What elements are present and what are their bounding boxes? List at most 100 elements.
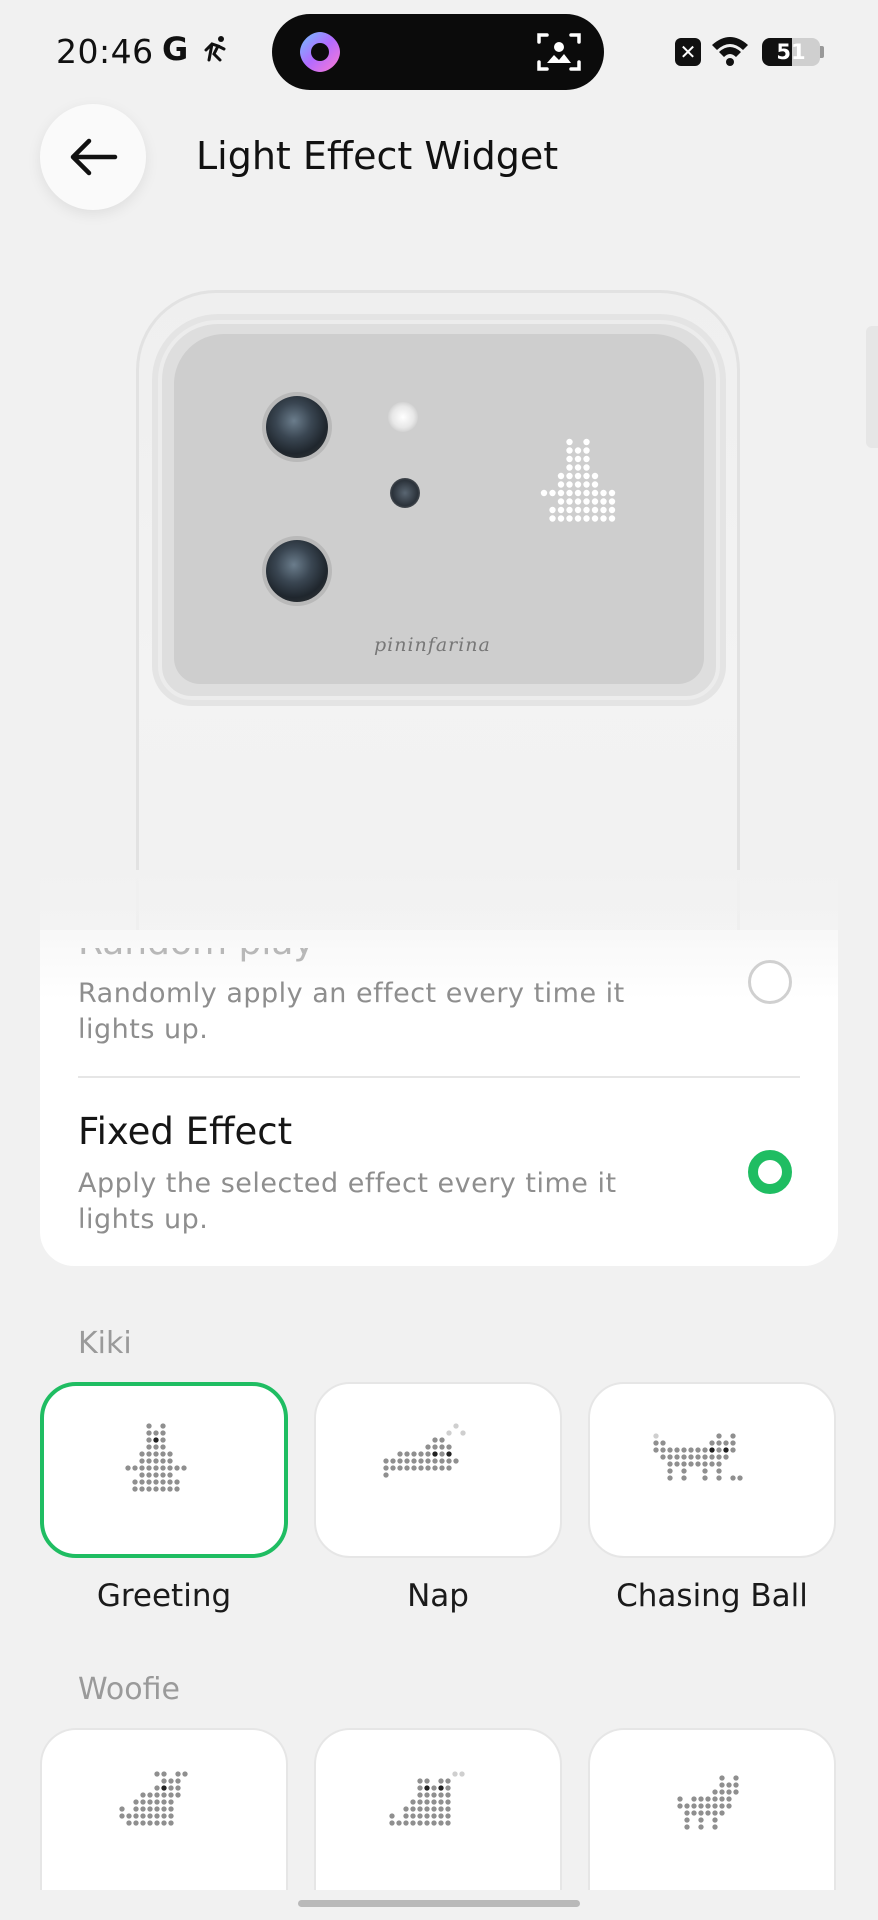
back-button[interactable] (40, 104, 146, 210)
assistant-app-icon[interactable] (296, 28, 344, 76)
pixel-dot (446, 1451, 452, 1457)
pixel-dot (712, 1789, 718, 1795)
led-dot (591, 515, 599, 522)
pixel-dot (154, 1813, 160, 1819)
pixel-dot (667, 1447, 673, 1453)
pixel-dot (709, 1454, 715, 1460)
pixel-dot (126, 1820, 132, 1826)
pixel-dot (411, 1451, 417, 1457)
pixel-dot (684, 1810, 690, 1816)
pixel-dot (716, 1454, 722, 1460)
pixel-dot (153, 1486, 159, 1492)
wifi-icon (712, 37, 748, 66)
pixel-dot (431, 1820, 437, 1826)
pixel-dot (660, 1440, 666, 1446)
pixel-dot (411, 1465, 417, 1471)
led-dot (583, 515, 590, 522)
fixed-effect-radio[interactable] (748, 1150, 792, 1194)
pixel-dot (460, 1430, 466, 1436)
pixel-dot (410, 1813, 416, 1819)
pixel-dot (167, 1479, 173, 1485)
pixel-dot (431, 1785, 437, 1791)
screenshot-scan-icon[interactable] (536, 30, 582, 74)
pixel-dot (154, 1785, 160, 1791)
pixel-dot (688, 1447, 694, 1453)
pixel-dot (383, 1458, 389, 1464)
pixel-dot (716, 1468, 722, 1474)
led-dot (574, 464, 582, 471)
pixel-dot (445, 1806, 451, 1812)
pixel-dot (397, 1458, 403, 1464)
pixel-dot (383, 1472, 389, 1478)
pixel-dot (438, 1785, 444, 1791)
main-camera-lens (266, 396, 328, 458)
effect-tile-woofie-2[interactable] (314, 1728, 562, 1890)
pixel-dot (446, 1444, 452, 1450)
pixel-dot (417, 1799, 423, 1805)
pixel-dot (133, 1806, 139, 1812)
led-dot (557, 515, 565, 522)
led-dot (591, 506, 599, 514)
pixel-dot (154, 1771, 160, 1777)
effect-tile-nap[interactable] (314, 1382, 562, 1558)
pixel-dot (438, 1792, 444, 1798)
effect-tile-chasing-ball[interactable] (588, 1382, 836, 1558)
pixel-dot (716, 1461, 722, 1467)
pixel-dot (432, 1458, 438, 1464)
pixel-dot (140, 1813, 146, 1819)
pixel-dot (438, 1799, 444, 1805)
pixel-dot (438, 1813, 444, 1819)
led-dot (583, 438, 590, 446)
led-dot (557, 498, 565, 505)
led-dot (549, 515, 556, 522)
pixel-dot (709, 1461, 715, 1467)
led-dot (574, 455, 582, 463)
pixel-dot (147, 1806, 153, 1812)
effect-tile-woofie-3[interactable] (588, 1728, 836, 1890)
effect-tile-woofie-1[interactable] (40, 1728, 288, 1890)
pixel-dot (390, 1465, 396, 1471)
led-dot (608, 515, 616, 522)
pixel-dot (168, 1813, 174, 1819)
pixel-dot (452, 1771, 458, 1777)
pixel-dot (705, 1803, 711, 1809)
pixel-dot (438, 1820, 444, 1826)
led-dot (591, 472, 599, 480)
pixel-dot (417, 1785, 423, 1791)
pixel-dot (719, 1789, 725, 1795)
led-dot (600, 498, 607, 505)
led-dot (557, 481, 565, 488)
pixel-dot (667, 1475, 673, 1481)
led-dot (566, 464, 573, 471)
led-dot (591, 498, 599, 505)
pixel-dot (709, 1447, 715, 1453)
pixel-dot (153, 1430, 159, 1436)
pixel-dot (160, 1472, 166, 1478)
random-play-radio[interactable] (748, 960, 792, 1004)
led-dot (591, 489, 599, 497)
led-dot (574, 506, 582, 514)
pixel-dot (446, 1458, 452, 1464)
pixel-dot (431, 1799, 437, 1805)
effect-label-nap: Nap (407, 1578, 469, 1614)
pixel-dot (726, 1789, 732, 1795)
cat-greeting-icon (125, 1423, 187, 1492)
pixel-dot (175, 1785, 181, 1791)
led-dot (566, 481, 573, 488)
dog-walking-icon (677, 1775, 739, 1830)
pixel-dot (139, 1465, 145, 1471)
home-indicator[interactable] (298, 1900, 580, 1907)
pixel-dot (181, 1465, 187, 1471)
dynamic-island[interactable] (272, 14, 604, 90)
effect-tile-greeting[interactable] (40, 1382, 288, 1558)
pixel-dot (168, 1785, 174, 1791)
pixel-dot (153, 1472, 159, 1478)
pixel-dot (167, 1472, 173, 1478)
pixel-dot (424, 1778, 430, 1784)
pixel-dot (167, 1486, 173, 1492)
pixel-dot (702, 1475, 708, 1481)
pixel-dot (161, 1771, 167, 1777)
pixel-dot (674, 1454, 680, 1460)
pixel-dot (390, 1458, 396, 1464)
pixel-dot (404, 1451, 410, 1457)
